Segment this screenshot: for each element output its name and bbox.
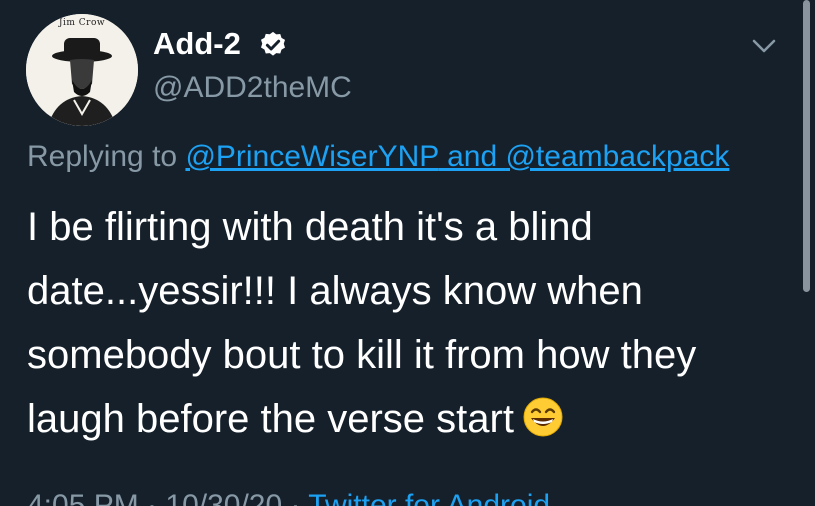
avatar-logo-text: Jim Crow [58,18,106,28]
replying-to: Replying to @PrinceWiserYNP and @teambac… [27,139,729,175]
display-name[interactable]: Add-2 [153,26,241,62]
tweet-meta: 4:05 PM · 10/30/20 · Twitter for Android [27,488,550,506]
tweet-source[interactable]: Twitter for Android [308,489,550,506]
replying-to-prefix: Replying to [27,140,186,173]
grinning-face-with-smiling-eyes-icon [523,397,563,437]
tweet-text-line-last: laugh before the verse start [27,387,797,451]
tweet-text-line: I be flirting with death it's a blind [27,205,593,249]
tweet-text-line: somebody bout to kill it from how they [27,333,697,377]
tweet-timestamp[interactable]: 4:05 PM · 10/30/20 · [27,489,308,506]
chevron-down-icon[interactable] [750,34,778,58]
scrollbar[interactable] [803,0,810,292]
avatar-portrait-icon [26,14,138,126]
mention-link-princewiserynp[interactable]: @PrinceWiserYNP [185,140,438,173]
tweet-text: I be flirting with death it's a blind da… [27,195,797,451]
tweet-card: Jim Crow Add-2 @ADD2theMC Replying to @P… [0,0,815,506]
verified-badge-icon [261,31,285,56]
avatar[interactable]: Jim Crow [26,14,138,126]
tweet-text-line: laugh before the verse start [27,397,514,441]
mention-conjunction[interactable]: and [439,140,506,173]
tweet-text-line: date...yessir!!! I always know when [27,269,643,313]
mention-link-teambackpack[interactable]: @teambackpack [505,140,729,173]
user-handle[interactable]: @ADD2theMC [153,70,352,106]
